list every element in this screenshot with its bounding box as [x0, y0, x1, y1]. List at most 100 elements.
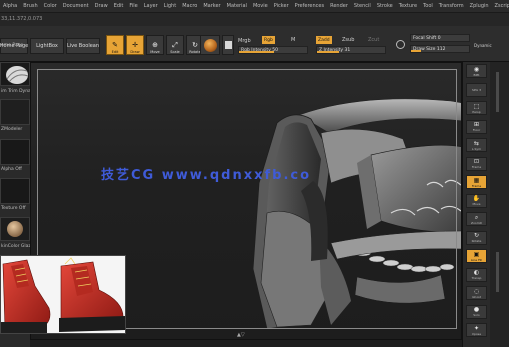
live-boolean-button[interactable]: Live Boolean [66, 38, 100, 54]
menu-zscript[interactable]: Zscript [492, 3, 509, 9]
menu-preferences[interactable]: Preferences [292, 3, 327, 9]
menu-tool[interactable]: Tool [420, 3, 436, 9]
draw-icon: ✛ [132, 41, 138, 49]
persp-label: Persp [472, 109, 481, 114]
menu-alpha[interactable]: Alpha [0, 3, 20, 9]
frame-label: Frame [471, 183, 482, 188]
solo-label: Solo [473, 313, 480, 317]
rotate-label: Rotate [471, 239, 482, 243]
focal-shift-label: Focal Shift 0 [413, 35, 441, 41]
bpr-button[interactable]: ◉ BPR [466, 64, 487, 78]
texture-thumbnail[interactable] [0, 178, 30, 204]
menu-macro[interactable]: Macro [179, 3, 200, 9]
focal-icon[interactable] [396, 40, 405, 49]
dynamic-button[interactable]: Dynamic [474, 43, 492, 48]
menu-render[interactable]: Render [327, 3, 351, 9]
mrgb-button[interactable]: Mrgb [238, 38, 251, 44]
color-swatch[interactable] [222, 35, 234, 55]
alpha-thumbnail[interactable] [0, 139, 30, 165]
tray-divider[interactable] [496, 72, 499, 112]
menu-document[interactable]: Document [60, 3, 92, 9]
edit-tool-button[interactable]: ✎ Edit [106, 35, 124, 55]
m-button[interactable]: M [291, 37, 295, 43]
menu-file[interactable]: File [126, 3, 140, 9]
spix-3-button[interactable]: SPix 3 [466, 82, 487, 97]
move-icon: ⊕ [152, 41, 158, 49]
menu-brush[interactable]: Brush [20, 3, 40, 9]
l-sym-button[interactable]: ⇆ L.Sym [466, 138, 487, 152]
ghost-button[interactable]: ◌ Ghost [466, 286, 487, 300]
stroke-thumbnail[interactable] [0, 99, 30, 125]
rotate-button[interactable]: ↻ Rotate [466, 230, 487, 245]
scale-label: Scale [170, 50, 180, 54]
menu-zplugin[interactable]: Zplugin [467, 3, 492, 9]
menu-bar: Alpha Brush Color Document Draw Edit File Layer… [0, 0, 509, 13]
texture-off-label: Texture Off [1, 206, 26, 211]
menu-material[interactable]: Material [224, 3, 250, 9]
l-sym-icon: ⇆ [473, 139, 480, 147]
color-swatch-icon [225, 41, 232, 49]
move-tool-button[interactable]: ⊕ Move [146, 35, 164, 55]
menu-marker[interactable]: Marker [200, 3, 223, 9]
rgb-button[interactable]: Rgb [262, 36, 275, 44]
zoomd-button[interactable]: ⌕ ZoomD [466, 212, 487, 226]
menu-draw[interactable]: Draw [92, 3, 111, 9]
menu-picker[interactable]: Picker [271, 3, 292, 9]
move-button[interactable]: ✋ Move [466, 193, 487, 208]
menu-stroke[interactable]: Stroke [374, 3, 396, 9]
spix-3-label: SPix 3 [471, 87, 482, 92]
material-sphere-icon [204, 39, 217, 52]
line-fill-label: Line Fill [470, 257, 483, 262]
solo-button[interactable]: ● Solo [466, 304, 487, 319]
xpose-icon: ✦ [473, 324, 480, 332]
scale-tool-button[interactable]: ⤢ Scale [166, 35, 184, 55]
bottom-tray [30, 340, 462, 347]
menu-light[interactable]: Light [161, 3, 179, 9]
menu-movie[interactable]: Movie [250, 3, 271, 9]
persp-button[interactable]: ⬚ Persp [466, 101, 487, 115]
floor-icon: ⊞ [473, 121, 480, 128]
menu-texture[interactable]: Texture [396, 3, 420, 9]
zadd-button[interactable]: Zadd [316, 36, 332, 44]
menu-transform[interactable]: Transform [436, 3, 467, 9]
lightbox-button[interactable]: LightBox [30, 38, 64, 54]
z-intensity-slider[interactable]: Z Intensity 31 [316, 46, 386, 54]
menu-layer[interactable]: Layer [141, 3, 161, 9]
material-thumbnail[interactable] [0, 217, 30, 241]
frame-button[interactable]: ▦ Frame [466, 175, 487, 189]
brush-thumbnail[interactable] [0, 62, 30, 86]
status-line: 33,11.372,0.073 [0, 13, 509, 26]
transp-button[interactable]: ◐ Transp [466, 267, 487, 282]
draw-size-slider[interactable]: Draw Size 112 [410, 45, 470, 53]
zcut-button[interactable]: Zcut [368, 37, 379, 43]
right-shelf: ◉ BPR SPix 3 ⬚ Persp ⊞ Floor ⇆ L.Sym ⊡ Frame ▦ Frame… [462, 62, 490, 347]
material-label: kinColor Glaz [1, 244, 31, 249]
menu-color[interactable]: Color [41, 3, 60, 9]
rgb-intensity-slider[interactable]: Rgb Intensity 50 [238, 46, 308, 54]
bpr-icon: ◉ [473, 65, 480, 73]
home-page-label[interactable]: ome Page [1, 43, 23, 48]
watermark-text: 技艺CG www.qdnxxfb.co [101, 168, 312, 183]
menu-edit[interactable]: Edit [111, 3, 127, 9]
line-fill-button[interactable]: ▣ Line Fill [466, 249, 487, 263]
draw-tool-button[interactable]: ✛ Draw [126, 35, 144, 55]
zoomd-icon: ⌕ [474, 213, 479, 221]
floor-label: Floor [472, 128, 481, 132]
frame-icon: ▦ [473, 176, 480, 184]
draw-label: Draw [130, 50, 140, 54]
edit-icon: ✎ [112, 41, 118, 49]
brush-sphere-icon [6, 66, 29, 84]
zsub-button[interactable]: Zsub [342, 37, 354, 43]
top-shelf: Home Page LightBox Live Boolean ✎ Edit ✛ Dr… [0, 26, 509, 62]
menu-stencil[interactable]: Stencil [351, 3, 374, 9]
xpose-button[interactable]: ✦ Xpose [466, 323, 487, 337]
floor-button[interactable]: ⊞ Floor [466, 119, 487, 134]
frame-button[interactable]: ⊡ Frame [466, 156, 487, 171]
stroke-label: ZModeler [1, 127, 23, 132]
rotate-icon: ↻ [192, 41, 198, 49]
ghost-label: Ghost [472, 294, 481, 299]
tray-divider[interactable] [496, 252, 499, 292]
material-sphere[interactable] [200, 35, 220, 55]
solo-icon: ● [473, 306, 480, 313]
focal-shift-slider[interactable]: Focal Shift 0 [410, 34, 470, 42]
